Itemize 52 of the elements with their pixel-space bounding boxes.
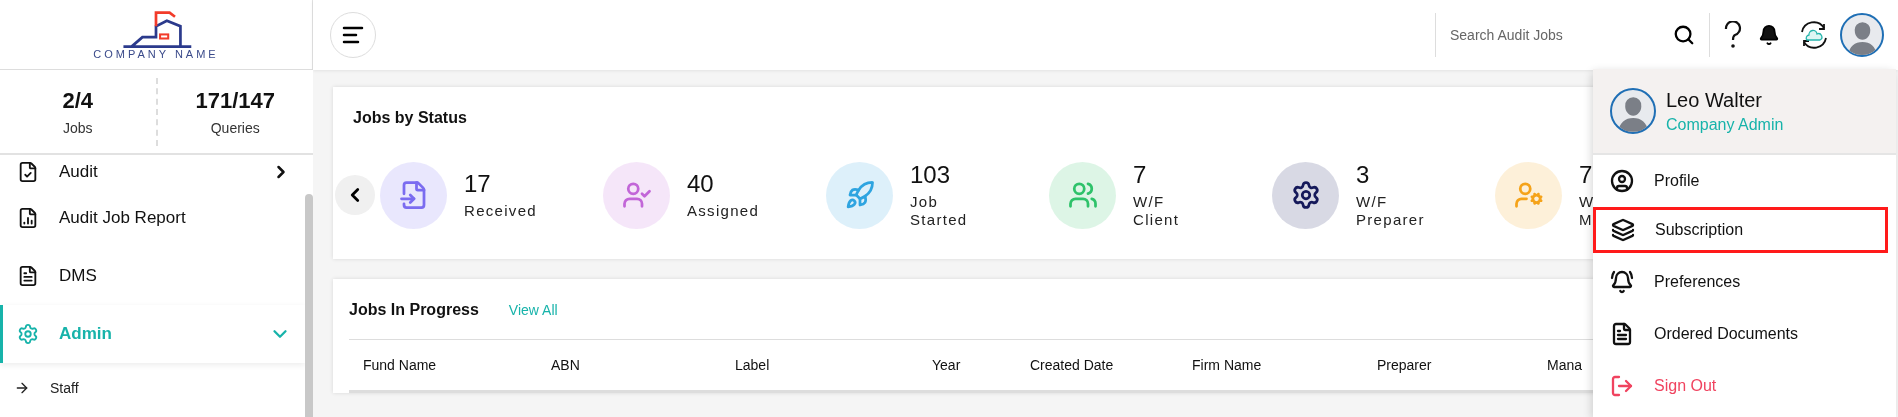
dropdown-item[interactable]: Sign Out	[1593, 360, 1896, 412]
status-count: 7	[1579, 161, 1594, 189]
status-label: Received	[464, 202, 537, 220]
status-count: 17	[464, 170, 492, 198]
layers-icon	[1611, 218, 1635, 242]
dropdown-item[interactable]: Subscription	[1593, 207, 1888, 253]
column-header: Firm Name	[1192, 357, 1263, 373]
help-icon[interactable]	[1724, 19, 1742, 51]
status-count: 3	[1356, 161, 1371, 189]
column-header: Created Date	[1030, 357, 1115, 373]
stat-value: 2/4	[62, 87, 94, 114]
document-icon	[17, 265, 39, 287]
stat-label: Queries	[210, 119, 260, 136]
dropdown-item[interactable]: Profile	[1593, 155, 1896, 207]
column-header: Fund Name	[363, 357, 438, 373]
column-header: ABN	[551, 357, 581, 373]
status-label: Assigned	[687, 202, 760, 220]
company-name: COMPANY NAME	[93, 47, 219, 60]
status-count: 103	[910, 161, 952, 189]
user-avatar[interactable]	[1840, 13, 1884, 57]
status-label: W M	[1579, 193, 1595, 229]
user-role: Company Admin	[1666, 115, 1784, 134]
card-title: Jobs In Progress	[349, 301, 479, 319]
dropdown-item[interactable]: Preferences	[1593, 256, 1896, 308]
document-icon	[1610, 322, 1634, 346]
menu-button[interactable]	[330, 12, 376, 58]
audit-icon	[17, 161, 39, 183]
stat-label: Jobs	[62, 119, 93, 136]
bell-icon	[1610, 270, 1634, 294]
sign-out-icon	[1610, 374, 1634, 398]
previous-button[interactable]	[335, 175, 375, 215]
card-title: Jobs by Status	[353, 109, 467, 126]
column-header: Mana	[1547, 357, 1583, 373]
sidebar-item[interactable]: Audit Job Report	[0, 189, 305, 247]
scrollbar[interactable]	[305, 194, 313, 417]
report-icon	[17, 207, 39, 229]
status-label: W/F Preparer	[1356, 193, 1425, 229]
gear-icon	[17, 323, 39, 345]
status-label: Job Started	[910, 193, 968, 229]
status-count: 7	[1133, 161, 1148, 189]
stat-value: 171/147	[195, 87, 275, 114]
column-header: Year	[932, 357, 962, 373]
sidebar-item[interactable]: DMS	[0, 247, 305, 305]
sidebar-item[interactable]: Audit	[0, 155, 305, 189]
user-name: Leo Walter	[1666, 88, 1763, 112]
column-header: Preparer	[1377, 357, 1433, 373]
dropdown-item[interactable]: Ordered Documents	[1593, 308, 1896, 360]
status-label: W/F Client	[1133, 193, 1180, 229]
column-header: Label	[735, 357, 771, 373]
user-icon	[1610, 169, 1634, 193]
sidebar-subitem[interactable]: Staff	[0, 363, 305, 413]
status-count: 40	[687, 170, 715, 198]
